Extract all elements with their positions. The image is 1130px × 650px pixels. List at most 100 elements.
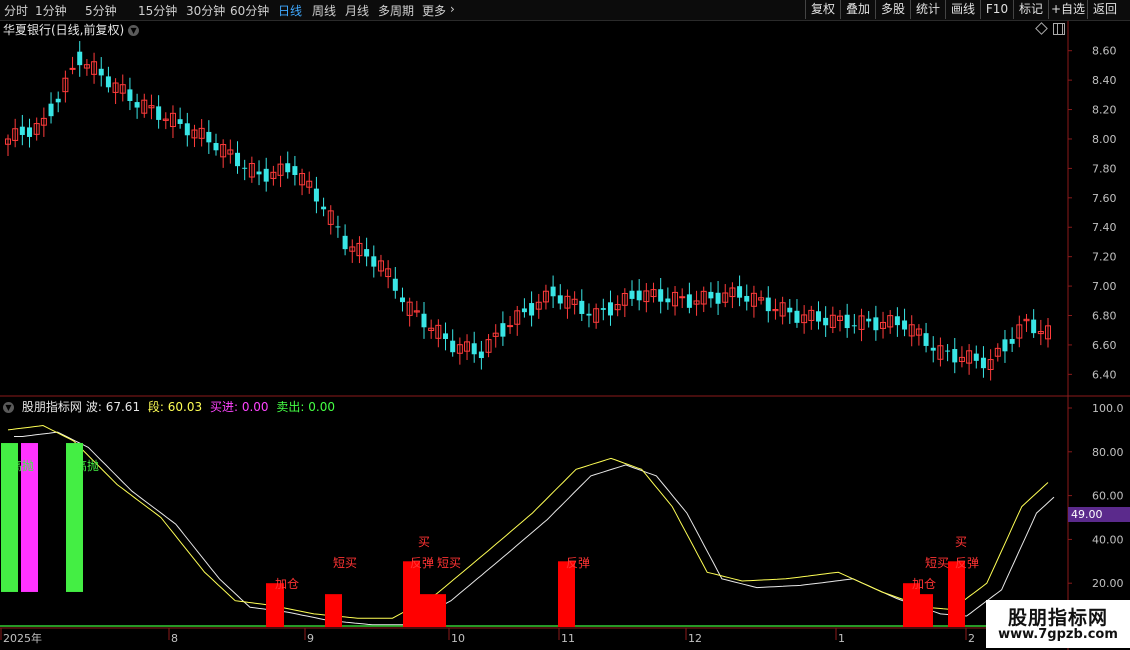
x-tick-label: 1 bbox=[838, 632, 845, 645]
candle-down bbox=[952, 349, 958, 363]
y-tick-label: 7.40 bbox=[1092, 221, 1117, 234]
signal-label: 高抛 bbox=[10, 458, 34, 473]
ind-tick-label: 60.00 bbox=[1092, 490, 1124, 503]
candle-down bbox=[471, 343, 477, 355]
candle-down bbox=[902, 320, 908, 330]
candle-down bbox=[873, 317, 879, 331]
candle-down bbox=[500, 323, 506, 337]
candle-down bbox=[600, 308, 606, 310]
signal-bar bbox=[918, 594, 933, 627]
signal-bar bbox=[558, 561, 575, 627]
signal-label: 加仓 bbox=[275, 577, 299, 591]
wave-line bbox=[7, 424, 1049, 619]
candle-down bbox=[658, 289, 664, 302]
candle-down bbox=[127, 89, 133, 101]
candle-down bbox=[665, 298, 671, 303]
ind-tick-label: 40.00 bbox=[1092, 533, 1124, 546]
candle-down bbox=[823, 317, 829, 326]
y-tick-label: 7.20 bbox=[1092, 251, 1117, 264]
wave-value: 67.61 bbox=[105, 400, 141, 414]
candle-down bbox=[371, 256, 377, 267]
buy-value: 0.00 bbox=[241, 400, 269, 414]
indicator-header: ▼ 股朋指标网 波: 67.61 段: 60.03 买进: 0.00 卖出: 0.… bbox=[3, 398, 339, 415]
seg-label: 段: bbox=[147, 400, 164, 414]
watermark-title: 股朋指标网 bbox=[1007, 607, 1108, 629]
x-tick-label: 11 bbox=[561, 632, 575, 645]
sell-label: 卖出: bbox=[276, 400, 305, 414]
candle-down bbox=[1009, 339, 1015, 344]
candle-up bbox=[679, 296, 686, 299]
signal-bar bbox=[325, 594, 342, 627]
candle-down bbox=[313, 188, 319, 202]
candle-down bbox=[399, 297, 405, 303]
y-tick-label: 6.60 bbox=[1092, 339, 1117, 352]
signal-label: 买 bbox=[418, 535, 430, 549]
buy-label: 买进: bbox=[209, 400, 239, 414]
signal-label: 反弹 bbox=[410, 556, 434, 570]
candle-down bbox=[557, 295, 563, 304]
candle-down bbox=[105, 76, 111, 88]
candle-down bbox=[787, 307, 793, 313]
candle-down bbox=[285, 163, 291, 173]
candle-down bbox=[708, 291, 714, 299]
candle-down bbox=[134, 102, 140, 108]
y-tick-label: 7.60 bbox=[1092, 192, 1117, 205]
candle-down bbox=[48, 103, 54, 117]
indicator-name: 股朋指标网 bbox=[21, 400, 82, 414]
candle-down bbox=[184, 123, 190, 136]
candle-down bbox=[866, 318, 872, 322]
candle-down bbox=[980, 357, 986, 369]
y-tick-label: 8.20 bbox=[1092, 104, 1117, 117]
candle-down bbox=[851, 325, 857, 327]
candle-up bbox=[507, 325, 514, 328]
signal-bar bbox=[403, 561, 420, 627]
candle-down bbox=[256, 171, 262, 175]
candle-down bbox=[421, 313, 427, 328]
cursor-value-tag: 49.00 bbox=[1068, 507, 1130, 522]
candle-down bbox=[364, 249, 370, 257]
watermark-url: www.7gpzb.com bbox=[998, 627, 1118, 642]
candle-down bbox=[263, 168, 269, 182]
candle-down bbox=[815, 311, 821, 322]
candle-down bbox=[794, 310, 800, 323]
y-tick-label: 6.80 bbox=[1092, 310, 1117, 323]
watermark-logo: 股朋指标网 www.7gpzb.com bbox=[986, 600, 1130, 648]
candle-down bbox=[235, 152, 241, 167]
chevron-down-icon[interactable]: ▼ bbox=[3, 402, 14, 413]
x-tick-label: 9 bbox=[307, 632, 314, 645]
candle-down bbox=[586, 313, 592, 316]
x-tick-label: 2 bbox=[968, 632, 975, 645]
candle-down bbox=[206, 131, 212, 143]
candle-down bbox=[1031, 319, 1037, 334]
candle-down bbox=[156, 106, 162, 120]
candle-down bbox=[55, 98, 61, 103]
candle-down bbox=[443, 333, 449, 339]
ind-tick-label: 100.0 bbox=[1092, 402, 1124, 415]
sell-value: 0.00 bbox=[308, 400, 335, 414]
signal-bar bbox=[948, 561, 965, 627]
candle-down bbox=[930, 347, 936, 351]
candle-down bbox=[636, 290, 642, 301]
kline-chart[interactable]: 8.60 8.40 8.20 8.00 7.80 7.60 7.40 7.20 7.00 6.80… bbox=[0, 0, 1130, 650]
candle-down bbox=[737, 286, 743, 298]
signal-bar bbox=[420, 594, 446, 627]
candle-down bbox=[213, 143, 219, 151]
candle-down bbox=[342, 235, 348, 250]
candle-down bbox=[478, 351, 484, 359]
candle-down bbox=[27, 127, 33, 137]
candle-down bbox=[19, 126, 25, 135]
candle-down bbox=[844, 314, 850, 329]
y-tick-label: 7.80 bbox=[1092, 162, 1117, 175]
candle-up bbox=[69, 67, 76, 70]
signal-label: 反弹 bbox=[566, 556, 590, 570]
signal-label: 加仓 bbox=[912, 577, 936, 591]
candle-down bbox=[973, 353, 979, 361]
x-tick-label: 12 bbox=[688, 632, 702, 645]
candle-down bbox=[607, 302, 613, 316]
signal-label: 短买 bbox=[333, 556, 357, 570]
candle-down bbox=[321, 206, 327, 210]
candle-down bbox=[529, 303, 535, 316]
candle-down bbox=[450, 340, 456, 353]
x-tick-label: 2025年 bbox=[3, 631, 42, 645]
signal-label: 买 bbox=[955, 535, 967, 549]
